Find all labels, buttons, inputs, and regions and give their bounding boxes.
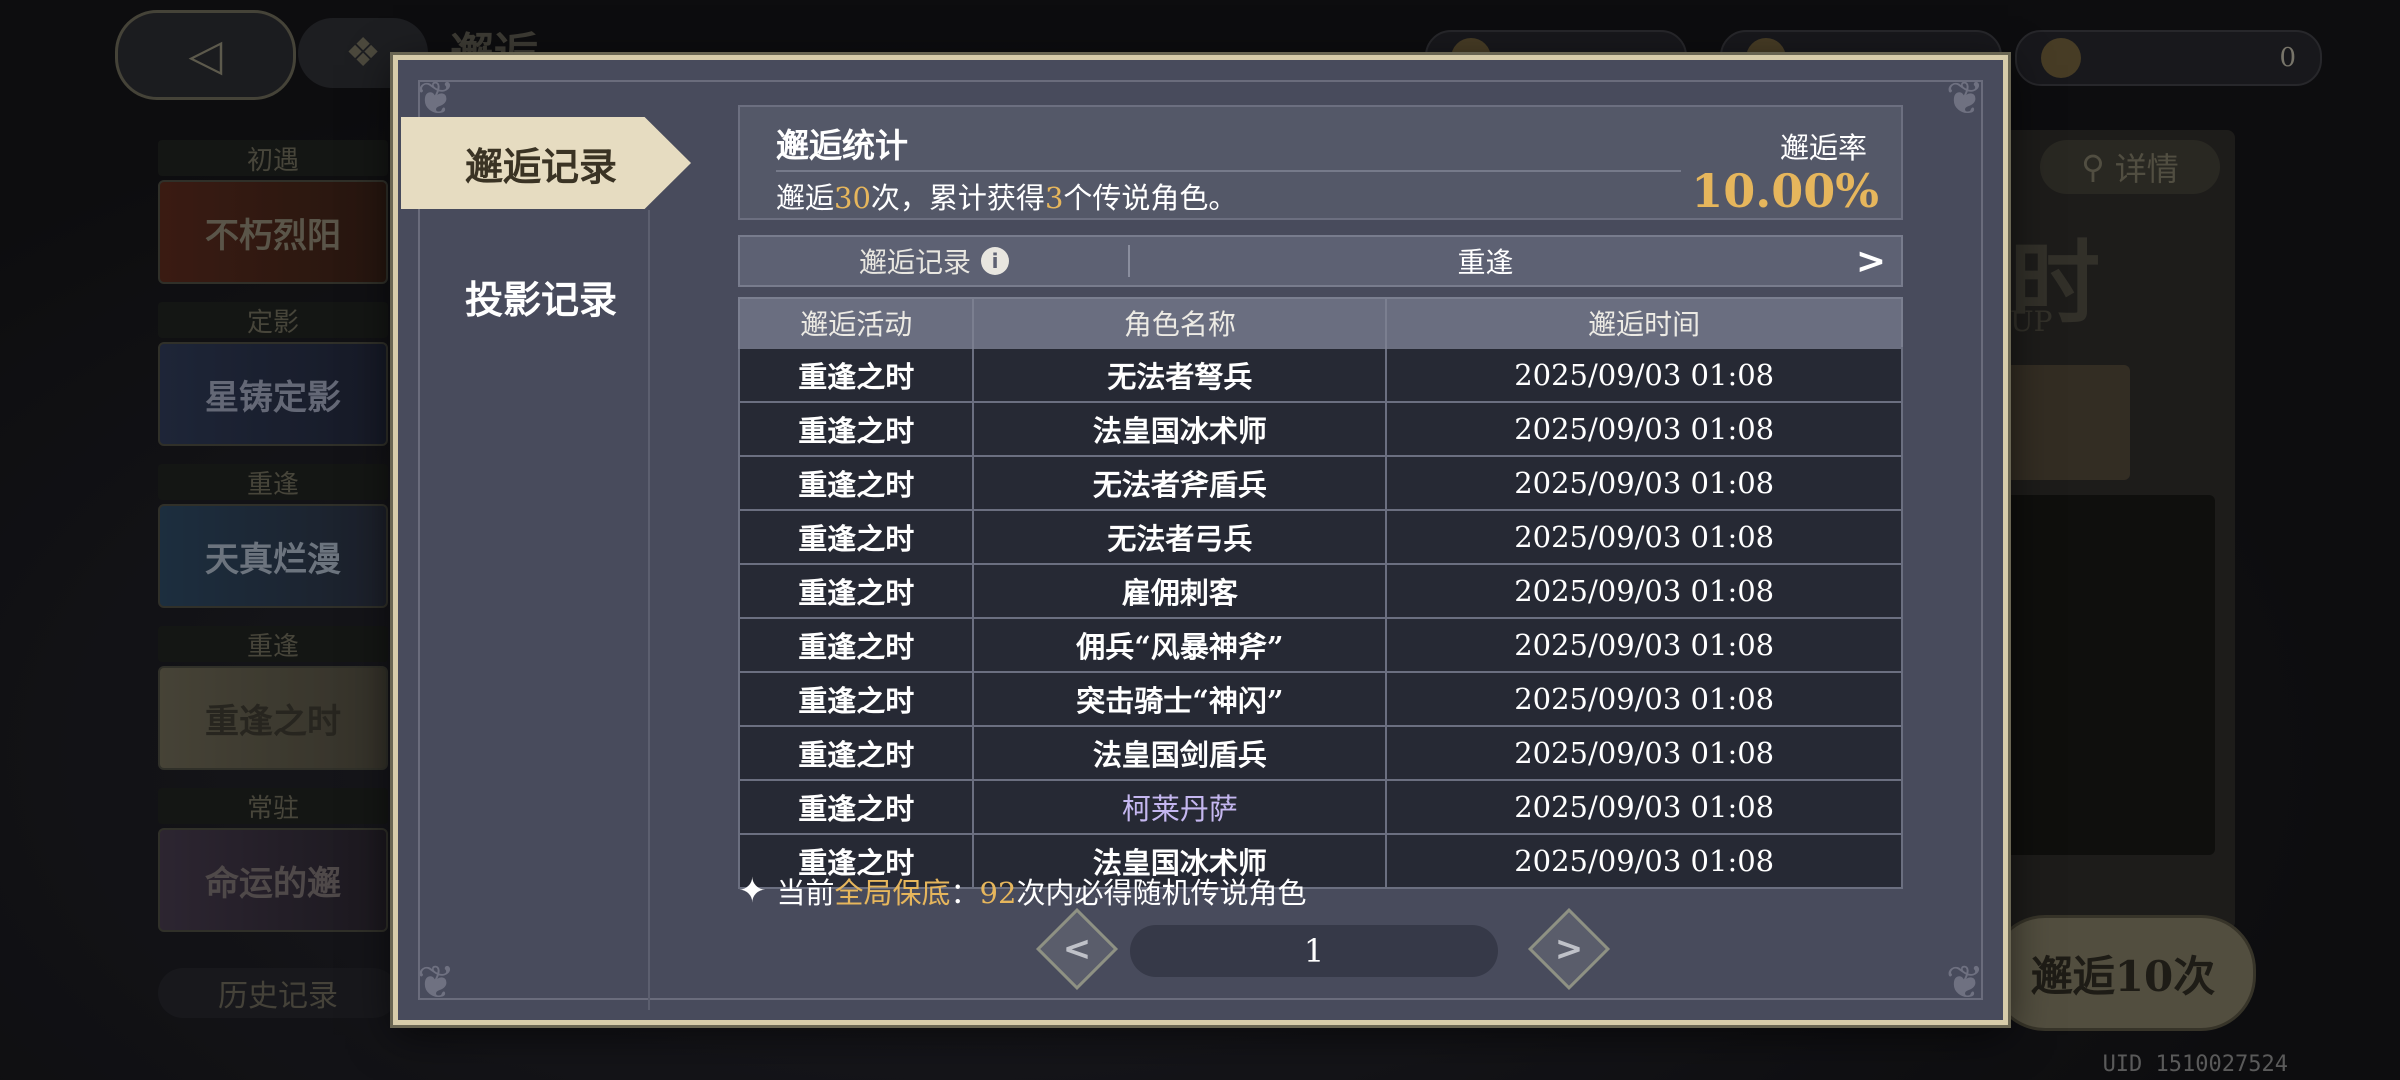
name-cell: 突击骑士“神闪” xyxy=(972,671,1388,727)
pity-info: ✦ 当前全局保底：92次内必得随机传说角色 xyxy=(738,870,1306,912)
chevron-right-icon: > xyxy=(1554,929,1584,969)
table-row: 重逢之时 雇佣刺客 2025/09/03 01:08 xyxy=(737,563,1903,619)
pity-prefix: 当前 xyxy=(776,876,835,910)
tab-projection-records[interactable]: 投影记录 xyxy=(401,250,648,342)
name-cell: 佣兵“风暴神斧” xyxy=(972,617,1388,673)
table-row: 重逢之时 无法者弩兵 2025/09/03 01:08 xyxy=(737,347,1903,403)
filter-label-text: 邂逅记录 xyxy=(858,246,971,279)
stats-panel: 邂逅统计 邂逅30次，累计获得3个传说角色。 邂逅率 10.00% xyxy=(738,105,1903,220)
stats-text: 个传说角色。 xyxy=(1063,181,1238,215)
divider xyxy=(776,170,1681,172)
time-cell: 2025/09/03 01:08 xyxy=(1385,779,1903,835)
time-cell: 2025/09/03 01:08 xyxy=(1385,347,1903,403)
chevron-left-icon: < xyxy=(1062,929,1092,969)
pity-highlight: 全局保底 xyxy=(834,876,951,910)
divider xyxy=(648,210,650,1010)
page-number: 1 xyxy=(1130,925,1498,977)
activity-cell: 重逢之时 xyxy=(737,617,975,673)
table-row: 重逢之时 佣兵“风暴神斧” 2025/09/03 01:08 xyxy=(737,617,1903,673)
stats-title: 邂逅统计 xyxy=(776,126,908,165)
table-row: 重逢之时 法皇国冰术师 2025/09/03 01:08 xyxy=(737,401,1903,457)
time-cell: 2025/09/03 01:08 xyxy=(1385,671,1903,727)
table-row: 重逢之时 无法者弓兵 2025/09/03 01:08 xyxy=(737,509,1903,565)
pagination: < 1 > xyxy=(1035,907,1611,991)
records-modal: ❦ ❦ ❦ ❦ 邂逅记录 投影记录 邂逅统计 邂逅30次，累计获得3个传说角色。… xyxy=(393,55,2008,1025)
activity-cell: 重逢之时 xyxy=(737,671,975,727)
activity-cell: 重逢之时 xyxy=(737,509,975,565)
pull-count: 30 xyxy=(834,181,871,215)
side-tabs: 邂逅记录 投影记录 xyxy=(398,60,691,1020)
activity-cell: 重逢之时 xyxy=(737,347,975,403)
name-cell: 无法者弓兵 xyxy=(972,509,1388,565)
table-row: 重逢之时 法皇国剑盾兵 2025/09/03 01:08 xyxy=(737,725,1903,781)
name-cell: 雇佣刺客 xyxy=(972,563,1388,619)
column-header: 邂逅时间 xyxy=(1385,298,1902,348)
activity-cell: 重逢之时 xyxy=(737,779,975,835)
corner-ornament-icon: ❦ xyxy=(1945,71,1985,125)
stats-text: 邂逅 xyxy=(776,181,835,215)
name-cell: 法皇国剑盾兵 xyxy=(972,725,1388,781)
corner-ornament-icon: ❦ xyxy=(1945,955,1985,1009)
activity-cell: 重逢之时 xyxy=(737,725,975,781)
time-cell: 2025/09/03 01:08 xyxy=(1385,725,1903,781)
column-header: 邂逅活动 xyxy=(737,298,974,348)
next-page-button[interactable]: > xyxy=(1527,907,1611,991)
records-table: 邂逅活动 角色名称 邂逅时间 重逢之时 无法者弩兵 2025/09/03 01:08… xyxy=(737,297,1903,889)
pity-colon: ： xyxy=(950,876,980,910)
time-cell: 2025/09/03 01:08 xyxy=(1385,509,1903,565)
info-icon[interactable]: i xyxy=(981,247,1009,275)
time-cell: 2025/09/03 01:08 xyxy=(1385,833,1903,889)
name-cell: 法皇国冰术师 xyxy=(972,401,1388,457)
rate-label: 邂逅率 xyxy=(1779,131,1867,165)
pity-count: 92 xyxy=(979,876,1017,910)
name-cell: 无法者弩兵 xyxy=(972,347,1388,403)
sparkle-icon: ✦ xyxy=(738,871,767,911)
activity-cell: 重逢之时 xyxy=(737,455,975,511)
time-cell: 2025/09/03 01:08 xyxy=(1385,563,1903,619)
table-row: 重逢之时 无法者斧盾兵 2025/09/03 01:08 xyxy=(737,455,1903,511)
filter-label: 邂逅记录 i xyxy=(740,241,1128,281)
table-row: 重逢之时 柯莱丹萨 2025/09/03 01:08 xyxy=(737,779,1903,835)
chevron-right-icon[interactable]: > xyxy=(1841,241,1901,282)
stats-description: 邂逅30次，累计获得3个传说角色。 xyxy=(776,175,1237,217)
time-cell: 2025/09/03 01:08 xyxy=(1385,401,1903,457)
rate-value: 10.00% xyxy=(1691,164,1879,218)
activity-cell: 重逢之时 xyxy=(737,563,975,619)
filter-selected-value[interactable]: 重逢 xyxy=(1130,241,1841,281)
time-cell: 2025/09/03 01:08 xyxy=(1385,617,1903,673)
time-cell: 2025/09/03 01:08 xyxy=(1385,455,1903,511)
table-header-row: 邂逅活动 角色名称 邂逅时间 xyxy=(737,298,1902,348)
prev-page-button[interactable]: < xyxy=(1035,907,1119,991)
table-row: 重逢之时 突击骑士“神闪” 2025/09/03 01:08 xyxy=(737,671,1903,727)
column-header: 角色名称 xyxy=(972,298,1387,348)
tab-encounter-records[interactable]: 邂逅记录 xyxy=(401,117,691,209)
name-cell: 柯莱丹萨 xyxy=(972,779,1388,835)
activity-cell: 重逢之时 xyxy=(737,401,975,457)
pity-suffix: 次内必得随机传说角色 xyxy=(1016,876,1307,910)
banner-filter[interactable]: 邂逅记录 i 重逢 > xyxy=(738,235,1903,287)
pity-text: 当前全局保底：92次内必得随机传说角色 xyxy=(777,870,1307,912)
name-cell: 无法者斧盾兵 xyxy=(972,455,1388,511)
legend-count: 3 xyxy=(1044,181,1064,215)
stats-text: 次，累计获得 xyxy=(870,181,1045,215)
